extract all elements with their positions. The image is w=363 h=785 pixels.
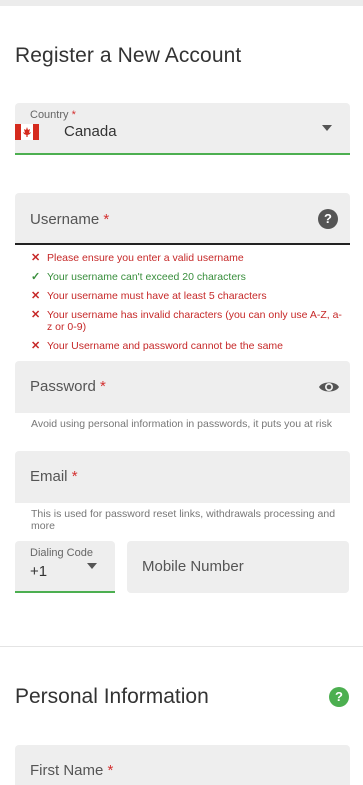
password-hint: Avoid using personal information in pass… (31, 418, 332, 430)
password-label-text: Password (30, 378, 96, 395)
required-marker: * (107, 762, 114, 779)
register-heading: Register a New Account (15, 44, 242, 67)
password-input[interactable]: Password * (15, 361, 350, 413)
first-name-input[interactable]: First Name * (15, 745, 350, 785)
chevron-down-icon (322, 125, 332, 131)
cross-icon: ✕ (31, 252, 41, 264)
password-label: Password * (30, 378, 106, 395)
validation-item: ✕ Your username has invalid characters (… (31, 309, 346, 333)
validation-text: Your username can't exceed 20 characters (47, 271, 246, 283)
validation-text: Your Username and password cannot be the… (47, 340, 284, 352)
check-icon: ✓ (31, 271, 41, 283)
required-marker: * (71, 109, 76, 121)
first-name-label: First Name * (30, 762, 113, 779)
username-label-text: Username (30, 211, 100, 228)
country-select[interactable]: Country * Canada (15, 103, 350, 155)
validation-item: ✕ Your Username and password cannot be t… (31, 340, 346, 352)
validation-text: Your username has invalid characters (yo… (47, 309, 342, 333)
mobile-number-input[interactable]: Mobile Number (127, 541, 349, 593)
cross-icon: ✕ (31, 290, 41, 302)
canada-flag-icon (15, 124, 39, 140)
first-name-label-text: First Name (30, 762, 104, 779)
required-marker: * (71, 468, 78, 485)
validation-item: ✕ Your username must have at least 5 cha… (31, 290, 346, 302)
personal-info-heading: Personal Information (15, 685, 209, 708)
email-hint: This is used for password reset links, w… (31, 508, 336, 532)
help-icon[interactable]: ? (329, 687, 349, 707)
dialing-code-select[interactable]: Dialing Code +1 (15, 541, 115, 593)
section-divider (0, 646, 363, 647)
country-label: Country * (30, 109, 76, 121)
dialing-code-value: +1 (30, 563, 48, 580)
email-input[interactable]: Email * (15, 451, 350, 503)
validation-text: Your username must have at least 5 chara… (47, 290, 267, 302)
username-validation-list: ✕ Please ensure you enter a valid userna… (31, 252, 346, 359)
chevron-down-icon (87, 563, 97, 569)
mobile-number-placeholder: Mobile Number (142, 558, 244, 575)
validation-item: ✓ Your username can't exceed 20 characte… (31, 271, 346, 283)
country-label-text: Country (30, 109, 69, 121)
required-marker: * (103, 211, 110, 228)
username-input[interactable]: Username * ? (15, 193, 350, 245)
dialing-code-label: Dialing Code (30, 547, 93, 559)
eye-icon[interactable] (318, 377, 340, 397)
email-label: Email * (30, 468, 78, 485)
cross-icon: ✕ (31, 340, 41, 352)
cross-icon: ✕ (31, 309, 41, 321)
required-marker: * (100, 378, 106, 395)
validation-item: ✕ Please ensure you enter a valid userna… (31, 252, 346, 264)
country-value: Canada (64, 123, 117, 140)
email-label-text: Email (30, 468, 68, 485)
help-icon[interactable]: ? (318, 209, 338, 229)
top-strip (0, 0, 363, 6)
username-label: Username * (30, 211, 109, 228)
validation-text: Please ensure you enter a valid username (47, 252, 244, 264)
